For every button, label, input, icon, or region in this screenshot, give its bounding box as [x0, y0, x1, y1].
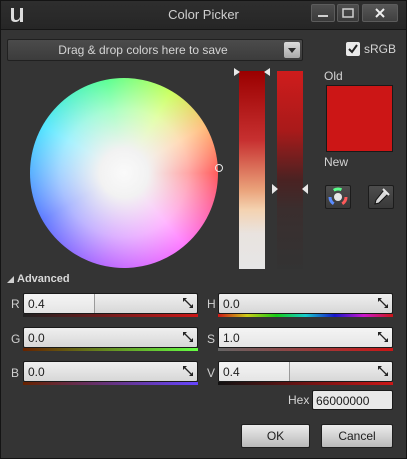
color-palette-drop-area[interactable]: Drag & drop colors here to save — [7, 39, 303, 61]
close-button[interactable] — [362, 4, 398, 22]
srgb-label: sRGB — [364, 42, 397, 56]
advanced-section-label: Advanced — [17, 273, 70, 285]
red-channel-field[interactable]: 0.4 — [23, 293, 198, 314]
green-channel-field[interactable]: 0.0 — [23, 327, 198, 348]
green-channel-label: G — [11, 332, 21, 346]
blue-channel-value: 0.0 — [28, 365, 45, 379]
red-channel-value: 0.4 — [28, 297, 45, 311]
green-channel-gradient — [23, 348, 198, 351]
minimize-icon — [318, 15, 328, 17]
saturation-slider-marker — [234, 68, 270, 76]
saturation-channel-fill — [219, 328, 392, 347]
hex-value: 66000000 — [316, 394, 370, 408]
color-wheel-selector[interactable] — [215, 164, 223, 172]
saturation-channel-gradient — [218, 348, 393, 351]
red-channel-label: R — [11, 297, 20, 311]
minimize-button[interactable] — [311, 4, 335, 22]
value-slider-marker — [272, 184, 308, 194]
resize-grip-icon — [183, 298, 193, 308]
eyedropper-button[interactable] — [368, 185, 394, 209]
maximize-icon — [342, 8, 354, 18]
green-channel-value: 0.0 — [28, 331, 45, 345]
resize-grip-icon — [378, 332, 388, 342]
palette-dropdown-button[interactable] — [284, 42, 300, 58]
new-color-label: New — [324, 155, 349, 169]
eyedropper-icon — [374, 188, 390, 205]
resize-grip-icon — [378, 298, 388, 308]
color-wheel[interactable] — [30, 78, 218, 268]
blue-channel-label: B — [11, 366, 20, 380]
color-picker-window: Color Picker Drag & drop colors here to … — [0, 0, 407, 459]
srgb-checkbox[interactable] — [346, 42, 360, 56]
old-color-label: Old — [324, 69, 343, 83]
value-channel-gradient — [218, 382, 393, 385]
chevron-down-icon — [288, 48, 296, 53]
resize-grip-icon — [378, 366, 388, 376]
red-channel-gradient — [23, 314, 198, 317]
close-icon — [375, 8, 385, 18]
color-wheel-icon — [328, 187, 348, 207]
color-preview-swatch — [326, 85, 393, 152]
value-channel-value: 0.4 — [223, 365, 240, 379]
maximize-button[interactable] — [337, 4, 359, 22]
value-slider[interactable] — [277, 71, 303, 269]
checkmark-icon — [348, 44, 358, 54]
value-channel-field[interactable]: 0.4 — [218, 361, 393, 382]
color-wheel-saturation-overlay — [30, 78, 218, 268]
saturation-slider[interactable] — [239, 71, 265, 269]
palette-drop-label: Drag & drop colors here to save — [58, 43, 228, 57]
hex-label: Hex — [288, 393, 310, 407]
ok-button[interactable]: OK — [241, 424, 310, 448]
saturation-channel-field[interactable]: 1.0 — [218, 327, 393, 348]
blue-channel-field[interactable]: 0.0 — [23, 361, 198, 382]
wheel-mode-button[interactable] — [325, 185, 351, 209]
title-bar[interactable]: Color Picker — [1, 1, 406, 30]
blue-channel-gradient — [23, 382, 198, 385]
hex-input[interactable]: 66000000 — [312, 390, 393, 410]
cancel-button[interactable]: Cancel — [321, 424, 393, 448]
resize-grip-icon — [183, 332, 193, 342]
hue-channel-value: 0.0 — [223, 297, 240, 311]
saturation-channel-label: S — [207, 332, 216, 346]
hue-channel-label: H — [207, 297, 216, 311]
advanced-collapse-icon[interactable] — [7, 276, 15, 284]
hue-channel-field[interactable]: 0.0 — [218, 293, 393, 314]
resize-grip-icon — [183, 366, 193, 376]
value-channel-label: V — [207, 366, 216, 380]
hue-channel-gradient — [218, 314, 393, 317]
saturation-channel-value: 1.0 — [223, 331, 240, 345]
